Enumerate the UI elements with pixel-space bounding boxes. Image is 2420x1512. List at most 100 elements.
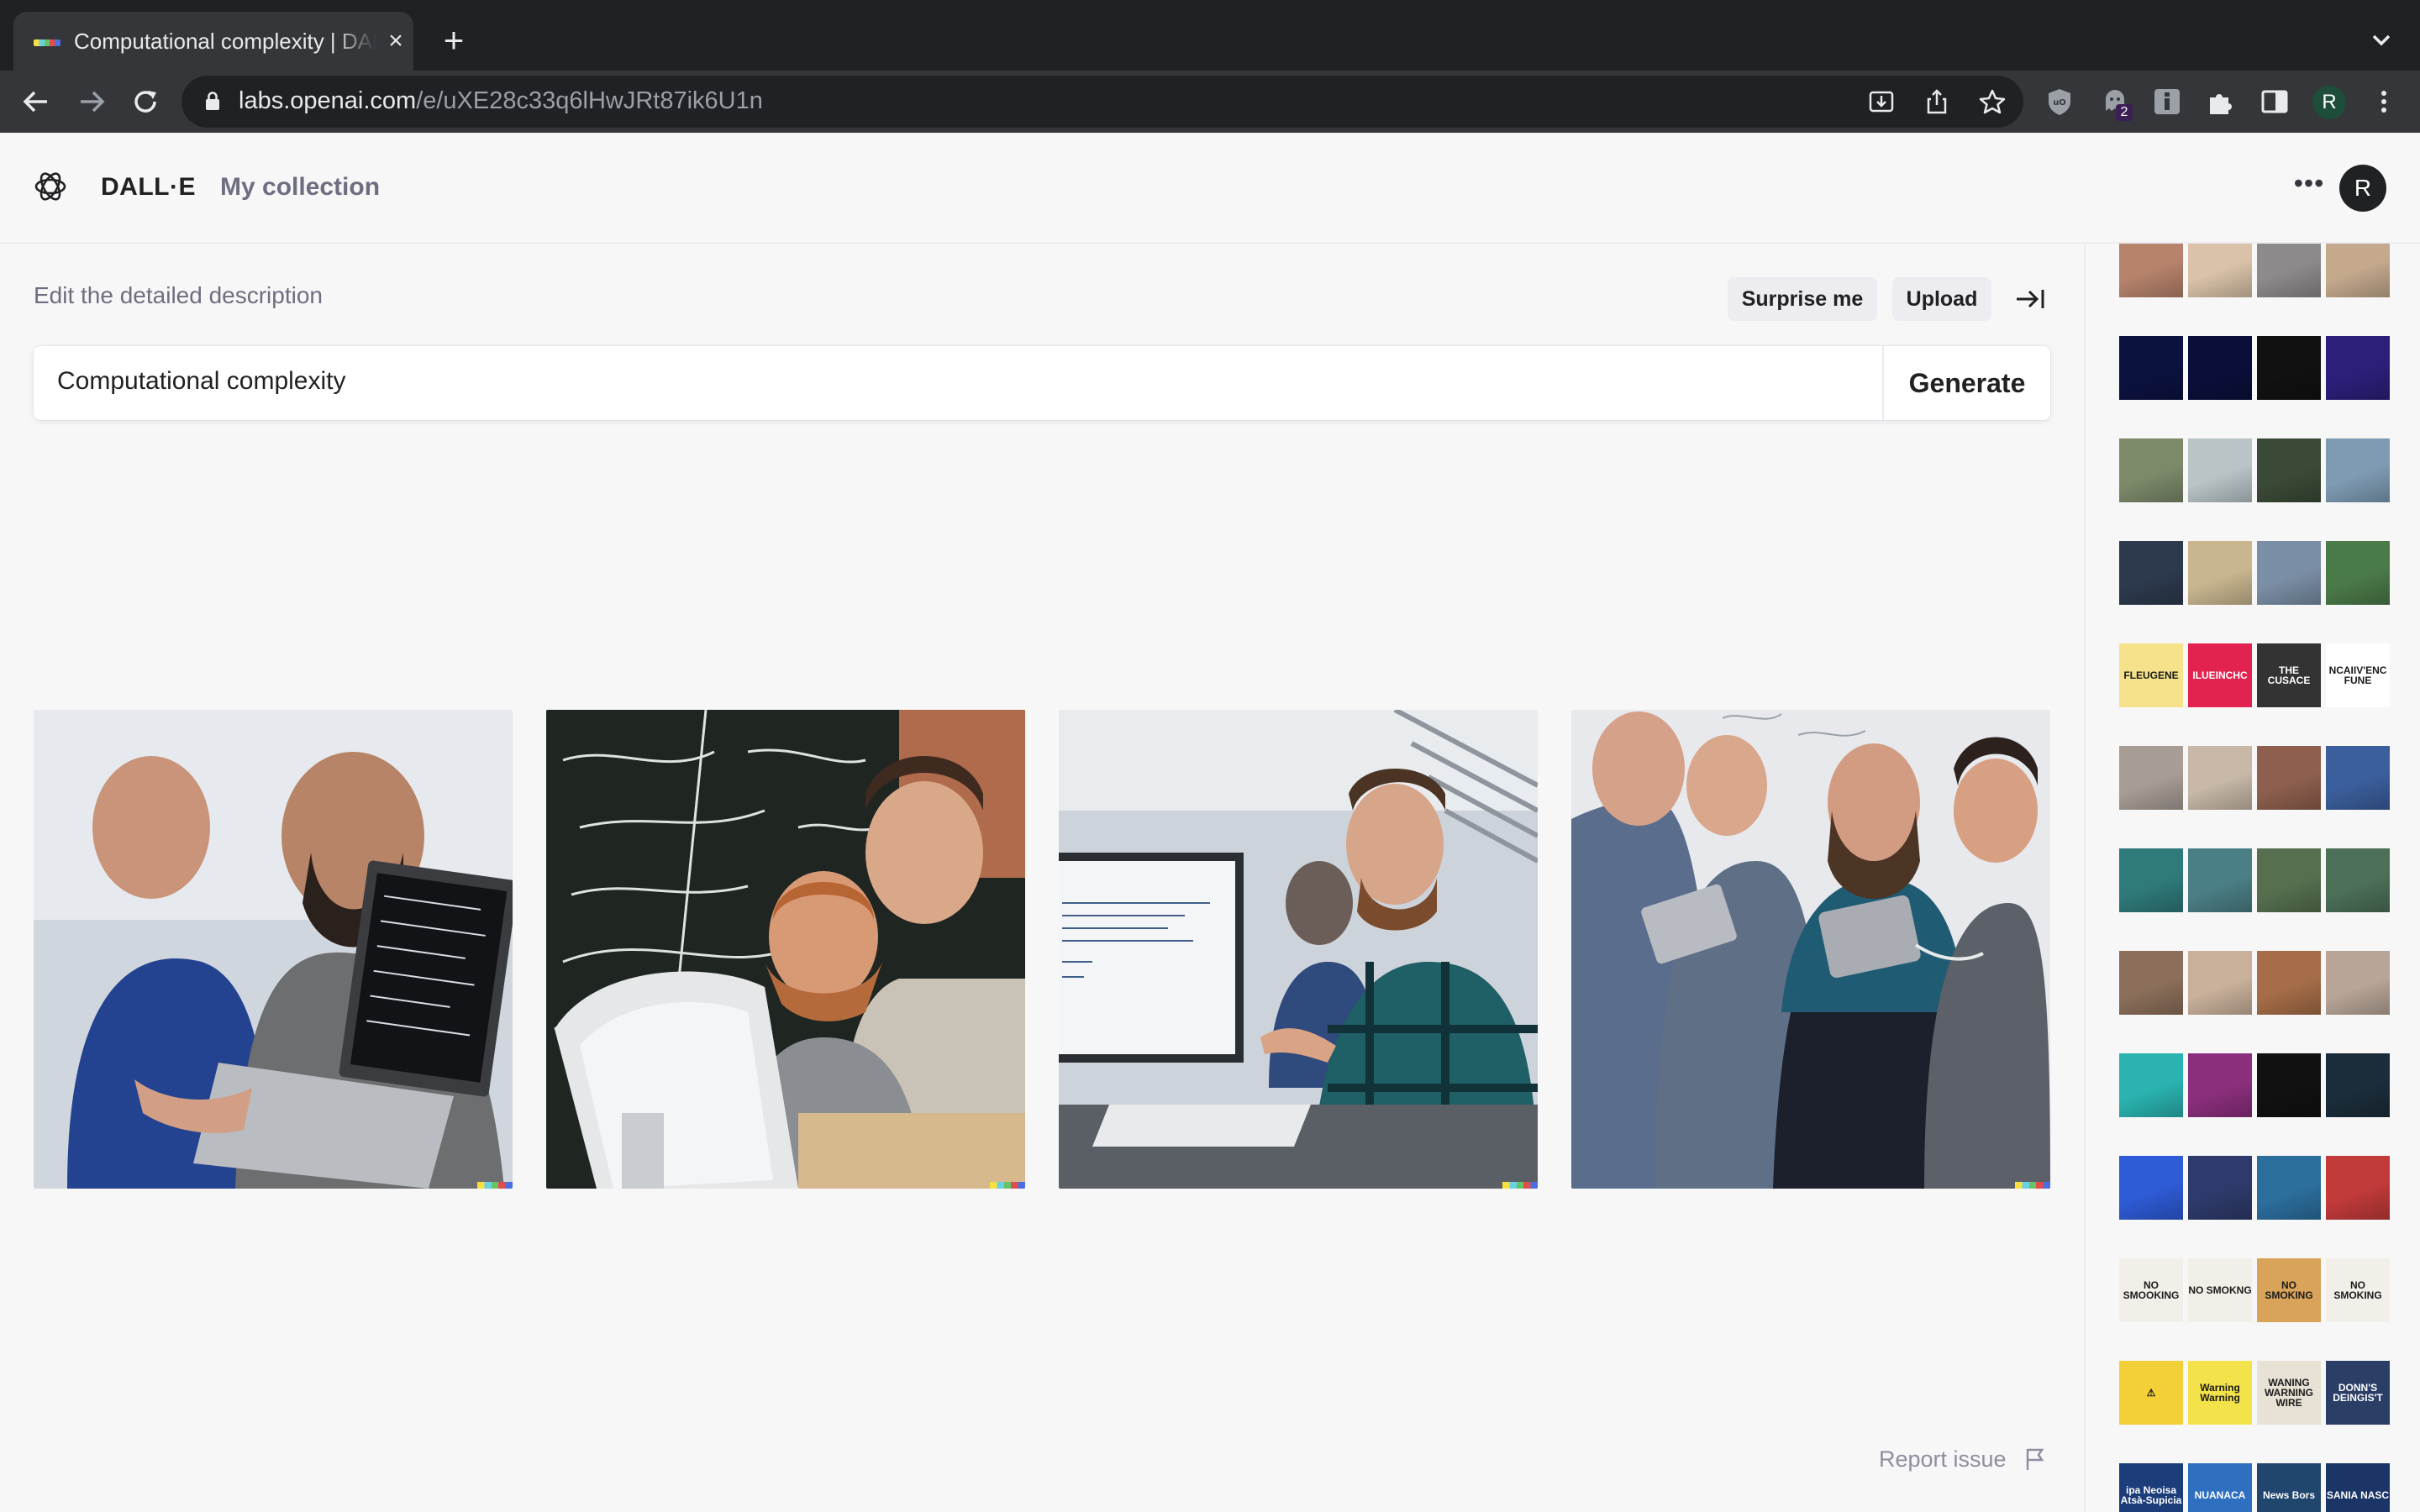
history-thumbnail[interactable] [2119, 541, 2183, 605]
info-extension-icon[interactable] [2151, 86, 2183, 118]
history-thumbnail[interactable] [2257, 244, 2321, 297]
history-thumbnail[interactable] [2326, 951, 2390, 1015]
history-thumbnail[interactable]: THE CUSACE [2257, 643, 2321, 707]
history-thumbnail[interactable] [2188, 1053, 2252, 1117]
history-thumbnail[interactable] [2188, 541, 2252, 605]
history-thumbnail[interactable]: ipa Neoisa Atsà-Supicia [2119, 1463, 2183, 1512]
history-row[interactable] [2119, 244, 2391, 297]
history-thumbnail[interactable] [2326, 746, 2390, 810]
surprise-me-button[interactable]: Surprise me [1728, 277, 1877, 321]
history-thumbnail[interactable] [2119, 336, 2183, 400]
history-thumbnail[interactable] [2326, 1156, 2390, 1220]
history-thumbnail[interactable]: NO SMOKING [2326, 1258, 2390, 1322]
history-thumbnail[interactable] [2257, 438, 2321, 502]
history-thumbnail[interactable] [2188, 848, 2252, 912]
history-thumbnail[interactable]: NUANACA [2188, 1463, 2252, 1512]
extensions-puzzle-icon[interactable] [2205, 86, 2237, 118]
result-image-1[interactable] [34, 710, 513, 1189]
history-row[interactable] [2119, 1053, 2391, 1117]
history-thumbnail[interactable] [2188, 1156, 2252, 1220]
history-thumbnail[interactable]: NO SMOKING [2257, 1258, 2321, 1322]
flag-icon[interactable] [2023, 1446, 2047, 1472]
history-thumbnail[interactable]: News Bors [2257, 1463, 2321, 1512]
side-panel-icon[interactable] [2259, 86, 2291, 118]
history-row[interactable]: NO SMOOKING NO SMOKNG NO SMOKING NO SMOKING [2119, 1258, 2391, 1322]
history-row[interactable] [2119, 541, 2391, 605]
history-thumbnail[interactable] [2119, 746, 2183, 810]
result-image-2[interactable] [546, 710, 1025, 1189]
install-app-icon[interactable] [1867, 87, 1896, 116]
back-arrow-icon[interactable] [18, 84, 54, 119]
history-thumbnail[interactable]: NO SMOOKING [2119, 1258, 2183, 1322]
history-thumbnail[interactable] [2119, 1053, 2183, 1117]
forward-arrow-icon[interactable] [74, 84, 109, 119]
history-thumbnail[interactable] [2257, 848, 2321, 912]
history-thumbnail[interactable] [2326, 541, 2390, 605]
history-thumbnail[interactable] [2188, 336, 2252, 400]
history-thumbnail[interactable]: FLEUGENE [2119, 643, 2183, 707]
new-tab-icon[interactable]: + [437, 23, 471, 58]
brand-link[interactable]: DALL·E [101, 173, 196, 202]
report-issue-link[interactable]: Report issue [1879, 1446, 2007, 1473]
history-thumbnail[interactable] [2119, 438, 2183, 502]
browser-profile-avatar[interactable]: R [2312, 86, 2346, 119]
history-row[interactable] [2119, 336, 2391, 400]
history-row[interactable]: FLEUGENE ILUEINCHC THE CUSACE NCAIIV'ENC FU… [2119, 643, 2391, 707]
history-thumbnail[interactable]: DONN'S DEINGIS'T [2326, 1361, 2390, 1425]
tab-search-chevron-icon[interactable] [2365, 24, 2398, 57]
result-image-3[interactable] [1059, 710, 1538, 1189]
history-thumbnail[interactable]: WANING WARNING WIRE [2257, 1361, 2321, 1425]
history-row[interactable] [2119, 848, 2391, 912]
history-thumbnail[interactable] [2326, 1053, 2390, 1117]
history-thumbnail[interactable] [2188, 951, 2252, 1015]
history-thumbnail[interactable]: NCAIIV'ENC FUNE [2326, 643, 2390, 707]
my-collection-link[interactable]: My collection [220, 173, 380, 202]
result-image-4[interactable] [1571, 710, 2050, 1189]
history-thumbnail[interactable] [2326, 438, 2390, 502]
collapse-sidebar-icon[interactable] [2013, 286, 2047, 312]
bookmark-star-icon[interactable] [1978, 87, 2007, 116]
history-thumbnail[interactable] [2257, 746, 2321, 810]
history-thumbnail[interactable] [2188, 244, 2252, 297]
history-thumbnail[interactable]: SANIA NASC [2326, 1463, 2390, 1512]
prompt-input[interactable]: Computational complexity [57, 367, 346, 396]
history-row[interactable] [2119, 746, 2391, 810]
user-avatar[interactable]: R [2339, 165, 2386, 212]
reload-icon[interactable] [128, 84, 163, 119]
history-thumbnail[interactable] [2119, 244, 2183, 297]
generate-button[interactable]: Generate [1884, 346, 2050, 420]
tab-close-icon[interactable]: × [383, 29, 408, 54]
history-thumbnail[interactable]: NO SMOKNG [2188, 1258, 2252, 1322]
share-icon[interactable] [1923, 87, 1951, 116]
history-thumbnail[interactable] [2188, 746, 2252, 810]
upload-button[interactable]: Upload [1892, 277, 1991, 321]
address-bar[interactable]: labs.openai.com/e/uXE28c33q6lHwJRt87ik6U… [182, 76, 2023, 128]
history-thumbnail[interactable] [2326, 336, 2390, 400]
browser-menu-kebab-icon[interactable] [2368, 86, 2400, 118]
openai-logo-icon[interactable] [32, 168, 69, 205]
history-thumbnail[interactable] [2257, 951, 2321, 1015]
lock-icon[interactable] [205, 91, 220, 111]
history-row[interactable]: ipa Neoisa Atsà-Supicia NUANACA News Bors S… [2119, 1463, 2391, 1512]
history-thumbnail[interactable]: ILUEINCHC [2188, 643, 2252, 707]
history-thumbnail[interactable] [2188, 438, 2252, 502]
history-thumbnail[interactable]: Warning Warning [2188, 1361, 2252, 1425]
history-row[interactable]: ⚠ Warning Warning WANING WARNING WIRE DONN'… [2119, 1361, 2391, 1425]
browser-tab-active[interactable]: Computational complexity | DALL·E × [13, 12, 413, 71]
history-row[interactable] [2119, 1156, 2391, 1220]
history-thumbnail[interactable] [2326, 848, 2390, 912]
history-row[interactable] [2119, 438, 2391, 502]
history-thumbnail[interactable] [2257, 336, 2321, 400]
history-thumbnail[interactable] [2257, 1053, 2321, 1117]
history-thumbnail[interactable]: ⚠ [2119, 1361, 2183, 1425]
history-thumbnail[interactable] [2119, 951, 2183, 1015]
history-thumbnail[interactable] [2257, 1156, 2321, 1220]
more-options-icon[interactable]: ••• [2292, 170, 2326, 200]
history-thumbnail[interactable] [2119, 1156, 2183, 1220]
history-thumbnail[interactable] [2326, 244, 2390, 297]
history-thumbnail[interactable] [2257, 541, 2321, 605]
ublock-shield-icon[interactable]: uO [2044, 86, 2075, 118]
url-text[interactable]: labs.openai.com/e/uXE28c33q6lHwJRt87ik6U… [239, 87, 763, 115]
history-row[interactable] [2119, 951, 2391, 1015]
history-thumbnail[interactable] [2119, 848, 2183, 912]
